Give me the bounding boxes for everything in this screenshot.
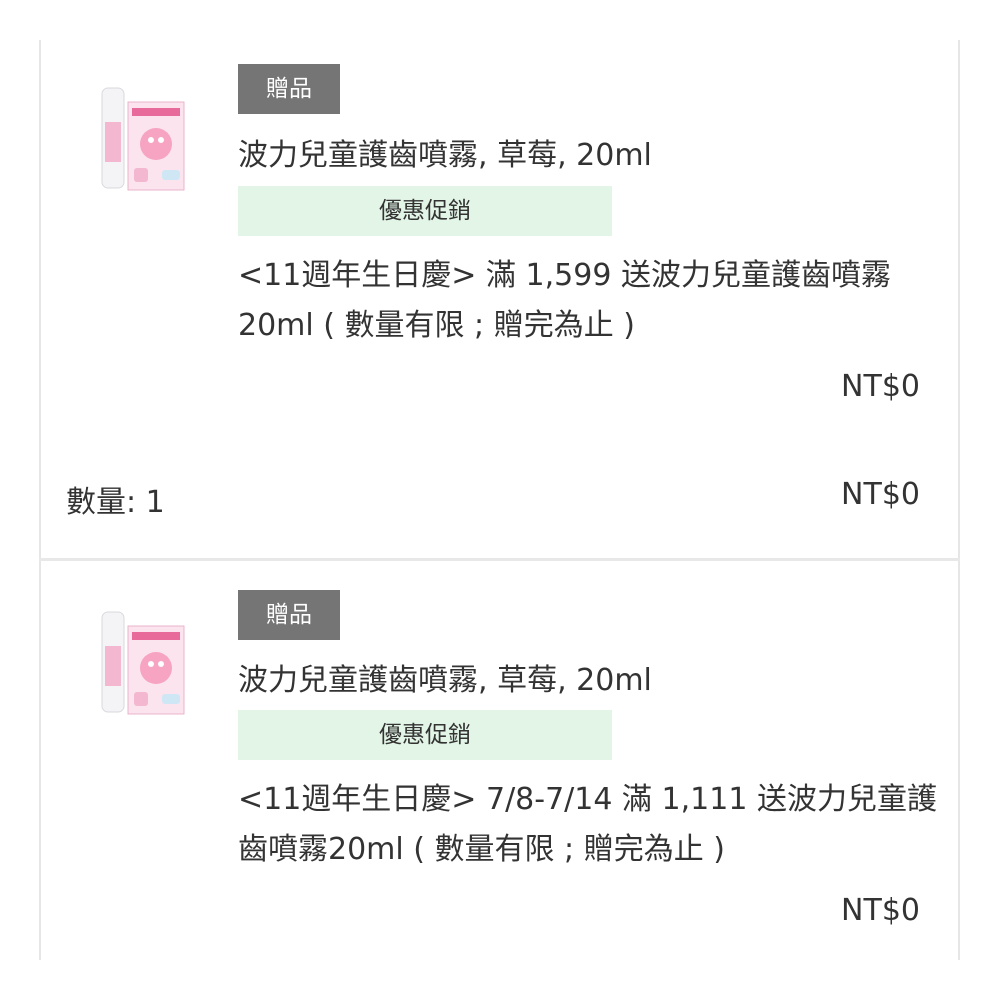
product-image[interactable] (100, 606, 190, 716)
product-name[interactable]: 波力兒童護齒噴霧, 草莓, 20ml (238, 655, 652, 699)
gift-badge: 贈品 (238, 590, 340, 640)
promo-description: <11週年生日慶> 滿 1,599 送波力兒童護齒噴霧20ml ( 數量有限 ;… (238, 258, 891, 343)
unit-price: NT$0 (841, 369, 920, 404)
promo-label: 優惠促銷 (238, 186, 612, 236)
unit-price: NT$0 (841, 893, 920, 928)
promo-label: 優惠促銷 (238, 710, 612, 760)
subtotal-price: NT$0 (841, 477, 920, 512)
gift-badge: 贈品 (238, 64, 340, 114)
quantity-label: 數量: 1 (66, 485, 165, 520)
item-divider (39, 558, 960, 561)
product-image[interactable] (100, 82, 190, 192)
product-name[interactable]: 波力兒童護齒噴霧, 草莓, 20ml (238, 130, 652, 174)
promo-description: <11週年生日慶> 7/8-7/14 滿 1,111 送波力兒童護齒噴霧20ml… (238, 782, 937, 867)
